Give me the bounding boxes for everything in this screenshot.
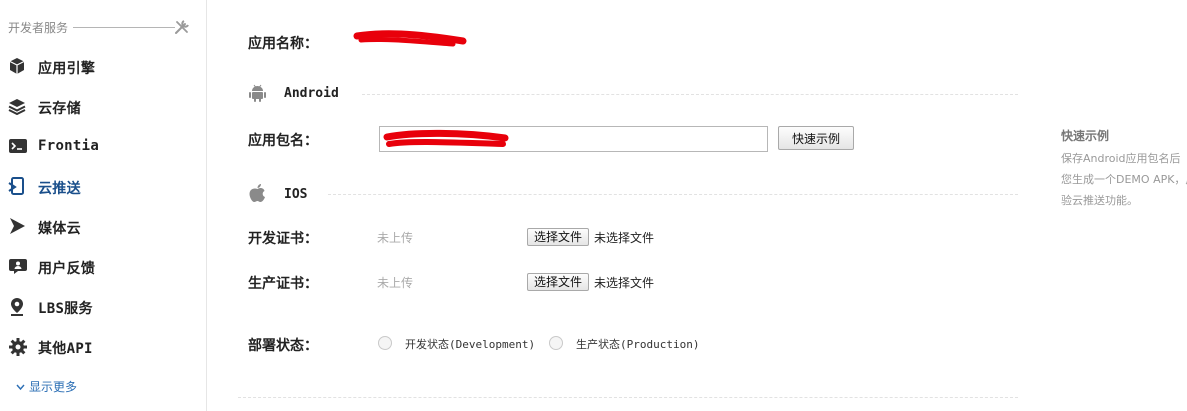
sidebar: 开发者服务 应用引擎 云存储 Frontia 云推送 媒体云 用户反馈 LBS服… bbox=[0, 0, 207, 411]
ios-divider bbox=[328, 194, 1018, 195]
sidebar-item-label: 云存储 bbox=[38, 101, 81, 117]
chevron-down-icon bbox=[16, 383, 25, 394]
redacted-package-name bbox=[383, 129, 509, 147]
sidebar-item-cloud-push[interactable]: 云推送 bbox=[8, 173, 198, 201]
sidebar-item-label: 媒体云 bbox=[38, 221, 81, 237]
deploy-prod-label[interactable]: 生产状态(Production) bbox=[576, 336, 699, 352]
sidebar-item-feedback[interactable]: 用户反馈 bbox=[8, 253, 198, 281]
sidebar-item-label: 应用引擎 bbox=[38, 61, 96, 77]
deploy-dev-label[interactable]: 开发状态(Development) bbox=[405, 336, 535, 352]
sidebar-item-label: Frontia bbox=[38, 138, 100, 154]
sidebar-item-label: 用户反馈 bbox=[38, 261, 96, 277]
deploy-dev-radio[interactable] bbox=[378, 336, 392, 350]
ios-section-title: IOS bbox=[284, 187, 308, 202]
aside-line: 保存Android应用包名后 bbox=[1061, 152, 1181, 165]
map-pin-icon bbox=[8, 297, 28, 317]
aside-line: 验云推送功能。 bbox=[1061, 194, 1138, 207]
dev-cert-status: 未上传 bbox=[377, 231, 414, 245]
sidebar-title: 开发者服务 bbox=[8, 21, 69, 35]
sidebar-header: 开发者服务 bbox=[8, 18, 193, 38]
android-divider bbox=[362, 94, 1018, 95]
sidebar-item-frontia[interactable]: Frontia bbox=[8, 133, 198, 161]
tools-icon[interactable] bbox=[173, 18, 191, 36]
gear-icon bbox=[8, 337, 28, 357]
android-icon bbox=[249, 84, 266, 107]
sidebar-item-app-engine[interactable]: 应用引擎 bbox=[8, 53, 198, 81]
sidebar-item-cloud-storage[interactable]: 云存储 bbox=[8, 93, 198, 121]
redacted-app-name bbox=[353, 30, 467, 47]
sidebar-item-media-cloud[interactable]: 媒体云 bbox=[8, 213, 198, 241]
prod-cert-status: 未上传 bbox=[377, 276, 414, 290]
bottom-divider bbox=[238, 397, 1018, 398]
aside-title: 快速示例 bbox=[1061, 129, 1110, 143]
show-more-label: 显示更多 bbox=[29, 380, 78, 394]
dev-cert-choose-file-button[interactable]: 选择文件 bbox=[527, 228, 589, 246]
deploy-status-label: 部署状态： bbox=[248, 338, 318, 354]
prod-cert-choose-file-button[interactable]: 选择文件 bbox=[527, 273, 589, 291]
apple-icon bbox=[249, 183, 266, 207]
deploy-prod-radio[interactable] bbox=[549, 336, 563, 350]
prod-cert-label: 生产证书： bbox=[248, 276, 318, 292]
layers-icon bbox=[8, 97, 28, 117]
sidebar-item-label: LBS服务 bbox=[38, 301, 93, 317]
play-icon bbox=[8, 217, 28, 237]
dev-cert-no-file-text: 未选择文件 bbox=[594, 231, 655, 245]
main-content: 应用名称： Android 应用包名： 快速示例 IOS 开发证书： 未上传 选 bbox=[208, 0, 1187, 411]
aside-help-text: 保存Android应用包名后 您生成一个DEMO APK，用 验云推送功能。 bbox=[1061, 148, 1187, 212]
prod-cert-no-file-text: 未选择文件 bbox=[594, 276, 655, 290]
cube-icon bbox=[8, 57, 28, 77]
mobile-push-icon bbox=[8, 177, 28, 197]
app-name-label: 应用名称： bbox=[248, 36, 318, 52]
sidebar-header-divider bbox=[73, 27, 175, 28]
package-name-label: 应用包名： bbox=[248, 133, 318, 149]
aside-line: 您生成一个DEMO APK，用 bbox=[1061, 173, 1187, 186]
sidebar-item-other-api[interactable]: 其他API bbox=[8, 333, 198, 361]
feedback-icon bbox=[8, 257, 28, 277]
sidebar-item-label: 云推送 bbox=[38, 181, 81, 197]
android-section-title: Android bbox=[284, 86, 339, 101]
terminal-icon bbox=[8, 137, 28, 157]
sidebar-item-lbs[interactable]: LBS服务 bbox=[8, 293, 198, 321]
show-more-link[interactable]: 显示更多 bbox=[16, 378, 77, 395]
demo-button[interactable]: 快速示例 bbox=[778, 126, 854, 150]
sidebar-item-label: 其他API bbox=[38, 341, 93, 357]
dev-cert-label: 开发证书： bbox=[248, 231, 318, 247]
